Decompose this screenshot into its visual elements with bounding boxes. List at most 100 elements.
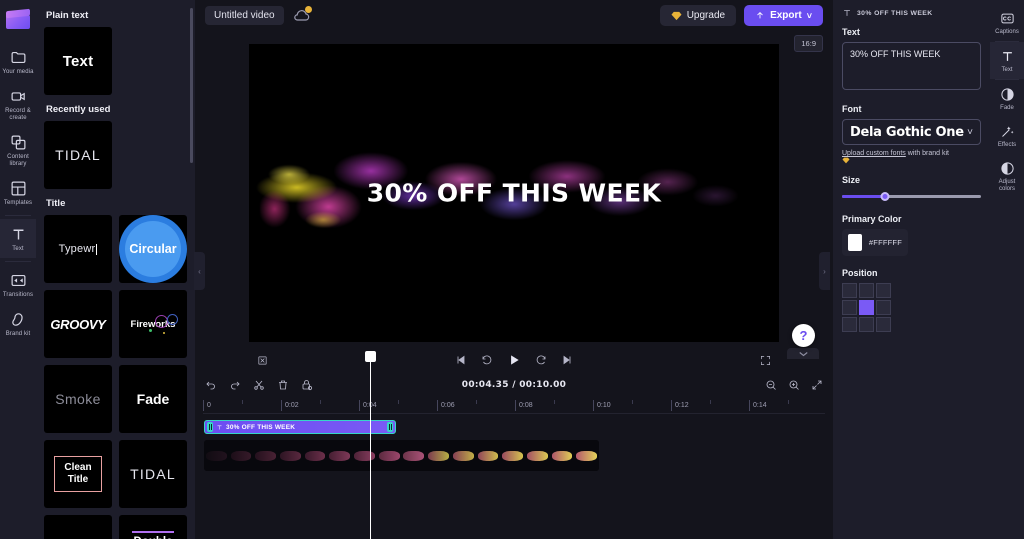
lock-icon[interactable] xyxy=(301,379,313,391)
position-cell-top-right[interactable] xyxy=(876,283,891,298)
color-hex-value: #FFFFFF xyxy=(869,238,902,247)
upload-custom-fonts-row: Upload custom fonts with brand kit xyxy=(842,150,981,164)
text-template-circular[interactable]: Circular xyxy=(119,215,187,283)
trash-icon[interactable] xyxy=(277,379,289,391)
preview-stage: 16:9 30% OFF THIS WEEK xyxy=(195,31,833,373)
text-template-groovy[interactable]: GROOVY xyxy=(44,290,112,358)
text-template-tidal-recent[interactable]: TIDAL xyxy=(44,121,112,189)
slider-fill xyxy=(842,195,885,198)
collapse-preview-button[interactable] xyxy=(787,348,819,359)
rail-item-effects[interactable]: Effects xyxy=(990,117,1024,154)
sidebar-item-record-create[interactable]: Record & create xyxy=(0,81,36,127)
rail-item-captions[interactable]: Captions xyxy=(990,4,1024,41)
library-scrollbar[interactable] xyxy=(190,8,193,163)
fit-icon[interactable] xyxy=(811,379,823,391)
skip-end-icon[interactable] xyxy=(561,354,573,366)
sidebar-item-templates[interactable]: Templates xyxy=(0,173,36,212)
ruler-tick: 0:06 xyxy=(437,400,455,411)
tile-label: Clean Title xyxy=(54,456,101,492)
upload-custom-fonts-link[interactable]: Upload custom fonts xyxy=(842,150,906,157)
fade-circle-icon xyxy=(1000,87,1015,102)
sidebar-item-content-library[interactable]: Content library xyxy=(0,127,36,173)
video-thumbnail-frame xyxy=(476,440,501,471)
ruler-tick-minor xyxy=(476,400,480,404)
position-cell-middle-center[interactable] xyxy=(859,300,874,315)
video-preview-canvas[interactable]: 30% OFF THIS WEEK xyxy=(249,44,779,342)
primary-color-picker[interactable]: #FFFFFF xyxy=(842,229,908,256)
tile-label: TIDAL xyxy=(130,466,176,482)
position-cell-top-center[interactable] xyxy=(859,283,874,298)
video-thumbnail-frame xyxy=(574,440,599,471)
position-cell-bottom-left[interactable] xyxy=(842,317,857,332)
skip-start-icon[interactable] xyxy=(455,354,467,366)
text-template-fireworks[interactable]: Fireworks xyxy=(119,290,187,358)
export-button[interactable]: Export ˅ xyxy=(744,5,823,26)
app-root: Your media Record & create Content libra… xyxy=(0,0,1024,539)
text-template-typewriter[interactable]: Typewr xyxy=(44,215,112,283)
clip-handle-left[interactable] xyxy=(207,422,213,432)
ruler-tick-minor xyxy=(710,400,714,404)
position-cell-top-left[interactable] xyxy=(842,283,857,298)
tile-grid-recently-used: TIDAL xyxy=(44,121,187,189)
sidebar-item-your-media[interactable]: Your media xyxy=(0,42,36,81)
upgrade-button[interactable]: Upgrade xyxy=(660,5,736,26)
position-cell-bottom-right[interactable] xyxy=(876,317,891,332)
video-thumbnail-frame xyxy=(525,440,550,471)
size-field-label: Size xyxy=(842,175,981,185)
rail-item-label: Effects xyxy=(998,142,1016,149)
help-button[interactable]: ? xyxy=(792,324,815,347)
text-template-clean-title[interactable]: Clean Title xyxy=(44,440,112,508)
preview-overlay-text[interactable]: 30% OFF THIS WEEK xyxy=(249,179,779,208)
text-template-fade[interactable]: Fade xyxy=(119,365,187,433)
clip-handle-right[interactable] xyxy=(387,422,393,432)
playhead-handle[interactable] xyxy=(365,351,376,362)
timeline-clip-video[interactable] xyxy=(204,440,599,471)
position-cell-middle-left[interactable] xyxy=(842,300,857,315)
text-template-double-lines[interactable]: Double Lines xyxy=(119,515,187,539)
size-slider[interactable] xyxy=(842,190,981,202)
text-library-panel: Plain text Text Recently used TIDAL Titl… xyxy=(36,0,195,539)
forward-5s-icon[interactable] xyxy=(535,354,547,366)
section-title-plain-text: Plain text xyxy=(46,10,187,21)
text-template-plain-text[interactable]: Text xyxy=(44,27,112,95)
rewind-5s-icon[interactable] xyxy=(481,354,493,366)
timeline-ruler[interactable]: 0 0:02 0:04 0:06 0:08 0:10 0:12 0:14 xyxy=(203,397,825,414)
sidebar-item-brand-kit[interactable]: Brand kit xyxy=(0,304,36,343)
text-template-smoke[interactable]: Smoke xyxy=(44,365,112,433)
text-template-tidal[interactable]: TIDAL xyxy=(119,440,187,508)
sidebar-item-label: Transitions xyxy=(3,292,33,299)
collapse-left-panel-button[interactable]: ‹ xyxy=(194,252,205,290)
zoom-in-icon[interactable] xyxy=(788,379,800,391)
font-select-value: Dela Gothic One xyxy=(850,125,964,140)
editor-center: Untitled video Upgrade Export ˅ xyxy=(195,0,833,539)
text-template-glitch[interactable]: Glitch xyxy=(44,515,112,539)
rail-item-adjust-colors[interactable]: Adjust colors xyxy=(990,154,1024,198)
rail-item-fade[interactable]: Fade xyxy=(990,80,1024,117)
primary-color-label: Primary Color xyxy=(842,214,981,224)
sidebar-item-transitions[interactable]: Transitions xyxy=(0,265,36,304)
scissors-icon[interactable] xyxy=(253,379,265,391)
slider-knob[interactable] xyxy=(881,192,890,201)
aspect-ratio-button[interactable]: 16:9 xyxy=(794,35,823,52)
color-swatch[interactable] xyxy=(848,234,862,251)
cloud-saving-icon[interactable] xyxy=(293,8,311,24)
position-cell-middle-right[interactable] xyxy=(876,300,891,315)
total-time: 00:10.00 xyxy=(519,380,566,390)
undo-icon[interactable] xyxy=(205,379,217,391)
redo-icon[interactable] xyxy=(229,379,241,391)
video-thumbnail-frame xyxy=(253,440,278,471)
crop-icon[interactable] xyxy=(257,355,268,366)
project-title-input[interactable]: Untitled video xyxy=(205,6,284,25)
clip-label: 30% OFF THIS WEEK xyxy=(226,424,295,431)
position-cell-bottom-center[interactable] xyxy=(859,317,874,332)
sidebar-item-text[interactable]: Text xyxy=(0,219,36,258)
rail-item-text[interactable]: Text xyxy=(990,42,1024,79)
font-select[interactable]: Dela Gothic One ˅ xyxy=(842,119,981,145)
text-content-input[interactable] xyxy=(842,42,981,90)
fullscreen-icon[interactable] xyxy=(760,355,771,366)
timeline-clip-text[interactable]: 30% OFF THIS WEEK xyxy=(204,420,396,434)
collapse-right-panel-button[interactable]: › xyxy=(819,252,830,290)
zoom-out-icon[interactable] xyxy=(765,379,777,391)
play-icon[interactable] xyxy=(507,353,521,367)
right-rail: Captions Text Fade Effects Adj xyxy=(990,0,1024,539)
